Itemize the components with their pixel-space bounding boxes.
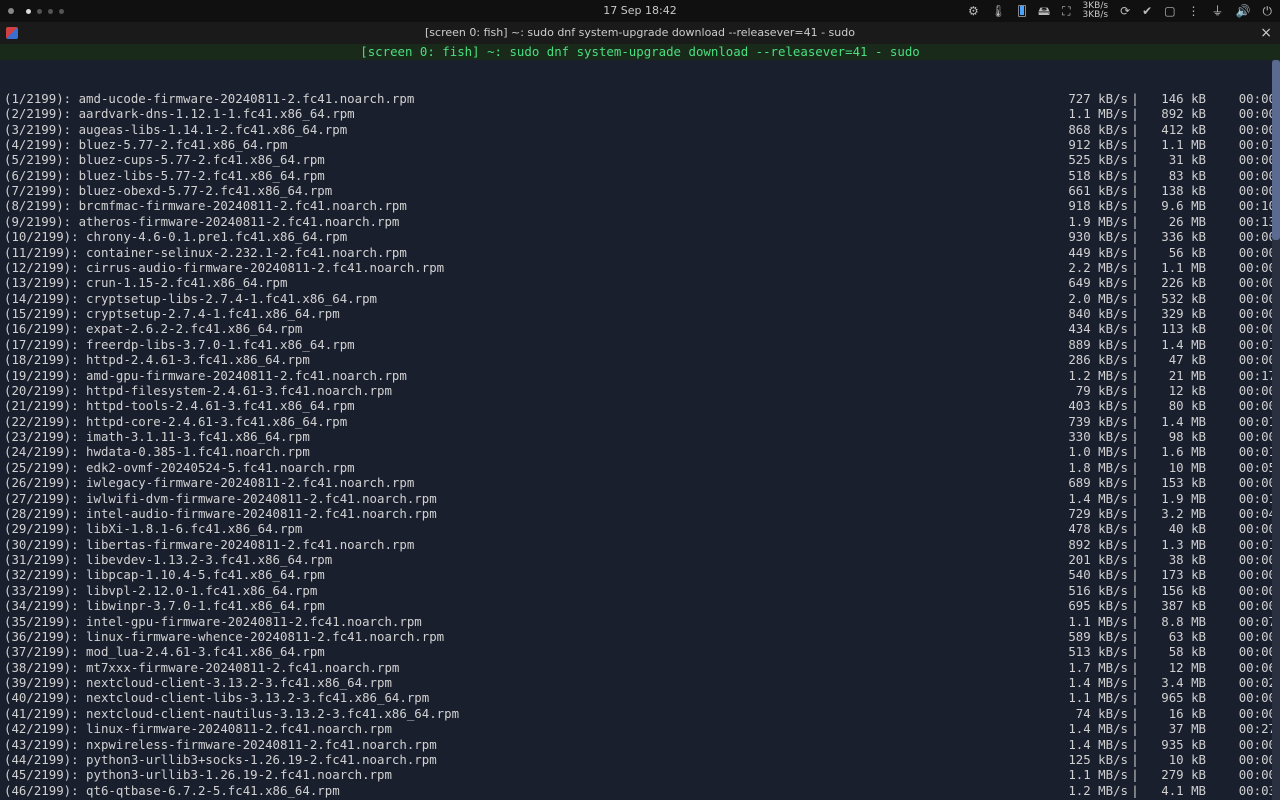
package-row: (45/2199): python3-urllib3-1.26.19-2.fc4… [4,767,1276,782]
package-row: (35/2199): intel-gpu-firmware-20240811-2… [4,614,1276,629]
package-row: (13/2199): crun-1.15-2.fc41.x86_64.rpm64… [4,275,1276,290]
battery-icon[interactable] [1018,5,1026,17]
package-row: (8/2199): brcmfmac-firmware-20240811-2.f… [4,198,1276,213]
package-row: (27/2199): iwlwifi-dvm-firmware-20240811… [4,491,1276,506]
package-row: (26/2199): iwlegacy-firmware-20240811-2.… [4,475,1276,490]
package-row: (24/2199): hwdata-0.385-1.fc41.noarch.rp… [4,444,1276,459]
package-row: (15/2199): cryptsetup-2.7.4-1.fc41.x86_6… [4,306,1276,321]
package-row: (20/2199): httpd-filesystem-2.4.61-3.fc4… [4,383,1276,398]
package-row: (30/2199): libertas-firmware-20240811-2.… [4,537,1276,552]
package-row: (25/2199): edk2-ovmf-20240524-5.fc41.noa… [4,460,1276,475]
window-titlebar: [screen 0: fish] ~: sudo dnf system-upgr… [0,22,1280,44]
temperature-icon: 🌡 [991,4,1006,19]
gear-icon[interactable]: ⚙ [968,4,979,19]
window-title: [screen 0: fish] ~: sudo dnf system-upgr… [425,26,855,40]
package-row: (5/2199): bluez-cups-5.77-2.fc41.x86_64.… [4,152,1276,167]
disk-icon[interactable]: 🖴 [1038,4,1050,19]
activities-button[interactable] [8,8,14,14]
clipboard-icon[interactable]: ▢ [1164,4,1175,19]
package-row: (44/2199): python3-urllib3+socks-1.26.19… [4,752,1276,767]
package-row: (4/2199): bluez-5.77-2.fc41.x86_64.rpm91… [4,137,1276,152]
package-row: (12/2199): cirrus-audio-firmware-2024081… [4,260,1276,275]
package-row: (34/2199): libwinpr-3.7.0-1.fc41.x86_64.… [4,598,1276,613]
package-row: (29/2199): libXi-1.8.1-6.fc41.x86_64.rpm… [4,521,1276,536]
workspace-indicator[interactable] [26,9,64,14]
package-row: (38/2199): mt7xxx-firmware-20240811-2.fc… [4,660,1276,675]
package-row: (10/2199): chrony-4.6-0.1.pre1.fc41.x86_… [4,229,1276,244]
package-row: (1/2199): amd-ucode-firmware-20240811-2.… [4,91,1276,106]
package-row: (43/2199): nxpwireless-firmware-20240811… [4,737,1276,752]
desktop-panel: 17 Sep 18:42 ⚙ 🌡 🖴 ⛶ 3KB/s3KB/s ⟳ ✔ ▢ ⋮ … [0,0,1280,22]
package-row: (32/2199): libpcap-1.10.4-5.fc41.x86_64.… [4,567,1276,582]
package-row: (6/2199): bluez-libs-5.77-2.fc41.x86_64.… [4,168,1276,183]
package-row: (11/2199): container-selinux-2.232.1-2.f… [4,245,1276,260]
package-row: (42/2199): linux-firmware-20240811-2.fc4… [4,721,1276,736]
package-row: (21/2199): httpd-tools-2.4.61-3.fc41.x86… [4,398,1276,413]
package-row: (9/2199): atheros-firmware-20240811-2.fc… [4,214,1276,229]
package-row: (33/2199): libvpl-2.12.0-1.fc41.x86_64.r… [4,583,1276,598]
package-row: (3/2199): augeas-libs-1.14.1-2.fc41.x86_… [4,122,1276,137]
package-row: (17/2199): freerdp-libs-3.7.0-1.fc41.x86… [4,337,1276,352]
package-row: (36/2199): linux-firmware-whence-2024081… [4,629,1276,644]
package-row: (22/2199): httpd-core-2.4.61-3.fc41.x86_… [4,414,1276,429]
package-row: (2/2199): aardvark-dns-1.12.1-1.fc41.x86… [4,106,1276,121]
package-row: (41/2199): nextcloud-client-nautilus-3.1… [4,706,1276,721]
close-icon[interactable]: × [1260,26,1272,40]
network-rate: 3KB/s3KB/s [1083,2,1109,20]
dots-icon[interactable]: ⋮ [1188,4,1200,19]
package-row: (19/2199): amd-gpu-firmware-20240811-2.f… [4,368,1276,383]
package-row: (28/2199): intel-audio-firmware-20240811… [4,506,1276,521]
check-icon[interactable]: ✔ [1142,4,1152,19]
screen-status-line: [screen 0: fish] ~: sudo dnf system-upgr… [0,44,1280,60]
package-row: (39/2199): nextcloud-client-3.13.2-3.fc4… [4,675,1276,690]
wifi-icon[interactable]: ⏚ [1212,4,1224,19]
package-row: (37/2199): mod_lua-2.4.61-3.fc41.x86_64.… [4,644,1276,659]
volume-icon[interactable]: 🔊 [1236,4,1251,19]
package-row: (31/2199): libevdev-1.13.2-3.fc41.x86_64… [4,552,1276,567]
scrollbar[interactable] [1272,60,1280,800]
app-icon [6,27,18,39]
scrollbar-thumb[interactable] [1272,60,1280,240]
power-icon[interactable]: ⏻ [1263,4,1273,19]
terminal-output[interactable]: (1/2199): amd-ucode-firmware-20240811-2.… [0,60,1280,800]
package-row: (18/2199): httpd-2.4.61-3.fc41.x86_64.rp… [4,352,1276,367]
package-row: (23/2199): imath-3.1.11-3.fc41.x86_64.rp… [4,429,1276,444]
fullscreen-icon[interactable]: ⛶ [1062,4,1070,19]
package-row: (46/2199): qt6-qtbase-6.7.2-5.fc41.x86_6… [4,783,1276,798]
package-row: (7/2199): bluez-obexd-5.77-2.fc41.x86_64… [4,183,1276,198]
package-row: (14/2199): cryptsetup-libs-2.7.4-1.fc41.… [4,291,1276,306]
package-row: (16/2199): expat-2.6.2-2.fc41.x86_64.rpm… [4,321,1276,336]
refresh-icon[interactable]: ⟳ [1120,4,1130,19]
package-row: (40/2199): nextcloud-client-libs-3.13.2-… [4,690,1276,705]
